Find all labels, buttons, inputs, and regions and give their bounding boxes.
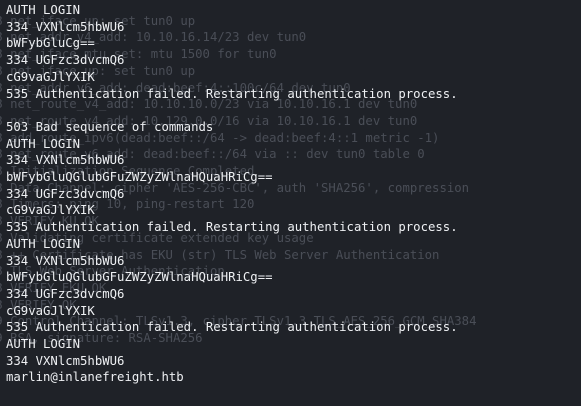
terminal-output-line: AUTH LOGIN bbox=[6, 337, 81, 351]
terminal-output-line: 334 UGFzc3dvcmQ6 bbox=[6, 286, 125, 301]
terminal-output-line: 334 VXNlcm5hbWU6 bbox=[6, 353, 125, 368]
terminal-output-line: 334 VXNlcm5hbWU6 bbox=[6, 253, 125, 268]
terminal-output-line: 334 VXNlcm5hbWU6 bbox=[6, 153, 125, 168]
terminal-output-line: cG9vaGJlYXIK bbox=[6, 69, 95, 84]
terminal-window[interactable]: 2022-03-12 13:37:58 net_iface_up: set tu… bbox=[0, 0, 581, 406]
terminal-output-line: bWFybGluQGlubGFuZWZyZWlnaHQuaHRiCg== bbox=[6, 270, 273, 285]
terminal-output-line: cG9vaGJlYXIK bbox=[6, 303, 95, 318]
terminal-output-line: 535 Authentication failed. Restarting au… bbox=[6, 320, 458, 335]
terminal-output-line: AUTH LOGIN bbox=[6, 3, 81, 17]
smtp-session-output: AUTH LOGIN 334 VXNlcm5hbWU6 bWFybGluCg== 33… bbox=[0, 0, 581, 406]
terminal-output-line: 334 UGFzc3dvcmQ6 bbox=[6, 186, 125, 201]
terminal-output-line: marlin@inlanefreight.htb bbox=[6, 370, 184, 385]
terminal-output-line: cG9vaGJlYXIK bbox=[6, 203, 95, 218]
terminal-output-line: bWFybGluCg== bbox=[6, 36, 95, 51]
terminal-output-line: 334 UGFzc3dvcmQ6 bbox=[6, 53, 125, 68]
terminal-output-line: AUTH LOGIN bbox=[6, 236, 81, 251]
terminal-output-line: 503 Bad sequence of commands bbox=[6, 119, 214, 134]
terminal-output-line: 334 VXNlcm5hbWU6 bbox=[6, 19, 125, 34]
terminal-output-line: 535 Authentication failed. Restarting au… bbox=[6, 86, 458, 101]
terminal-output-line: 535 Authentication failed. Restarting au… bbox=[6, 220, 458, 235]
terminal-output-line: bWFybGluQGlubGFuZWZyZWlnaHQuaHRiCg== bbox=[6, 170, 273, 184]
terminal-output-line: AUTH LOGIN bbox=[6, 136, 81, 151]
